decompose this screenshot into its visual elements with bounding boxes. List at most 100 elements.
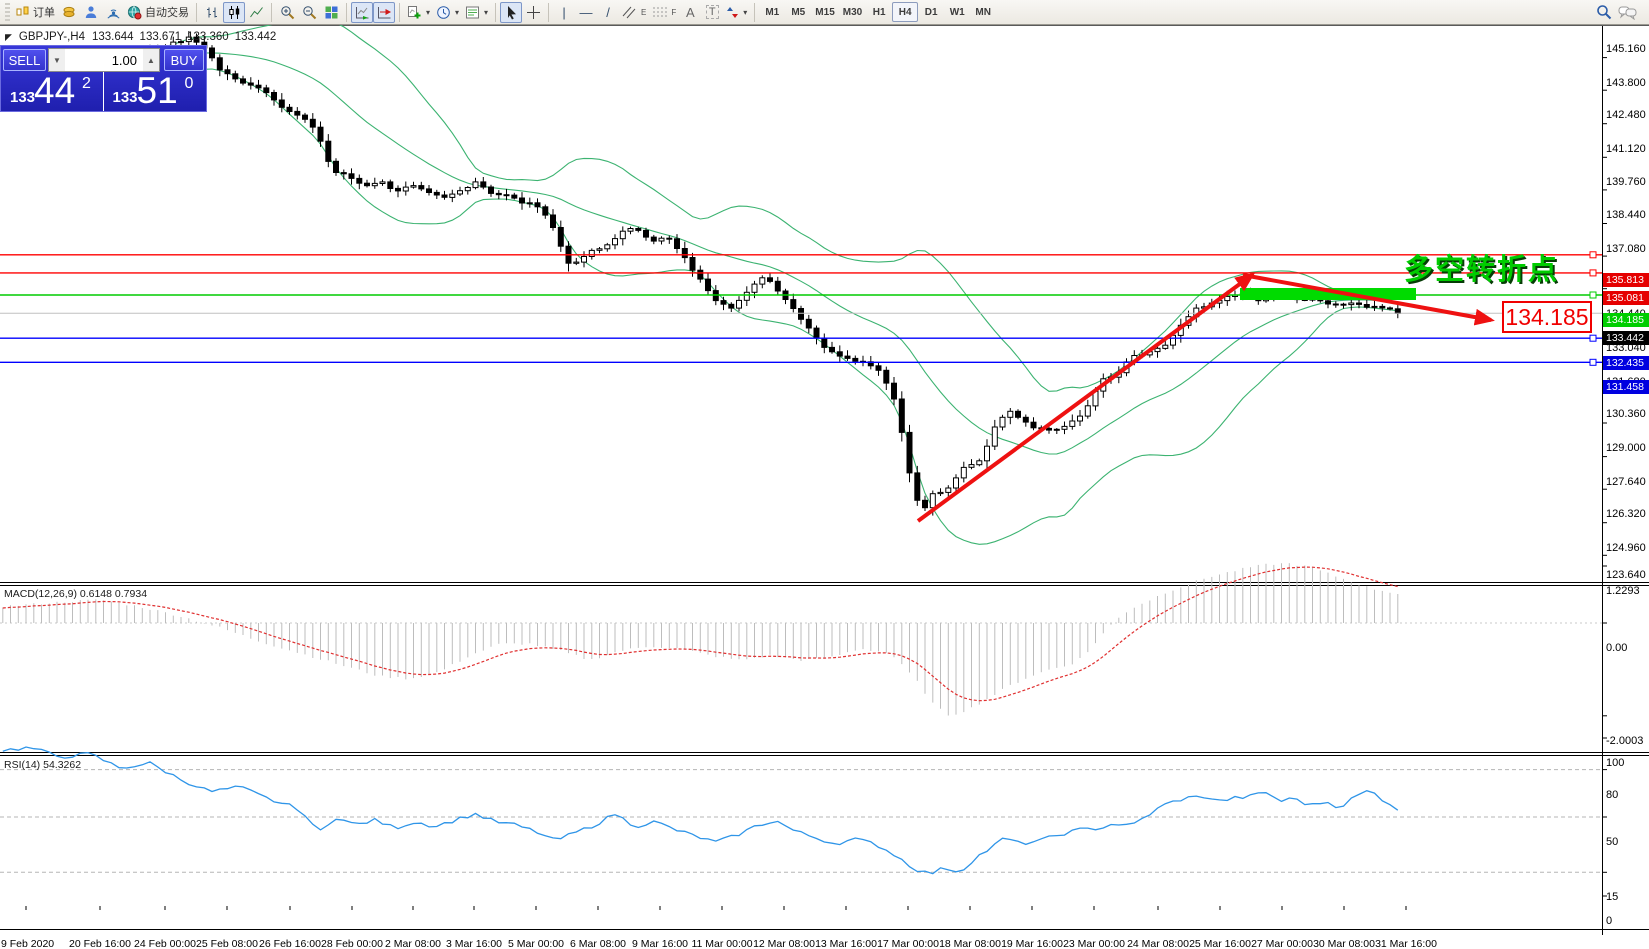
rsi-panel[interactable] [0,756,1649,930]
price-axis-border [1602,26,1603,935]
time-axis-label: 28 Feb 00:00 [321,938,383,949]
buy-price-pips: 51 [137,70,178,112]
templates-button[interactable]: ▾ [462,2,491,23]
one-click-trading-panel: SELL ▼ 1.00 ▲ BUY 133 44 2 133 51 0 [0,45,207,112]
timeframe-button-D1[interactable]: D1 [918,2,944,22]
timeframe-button-M15[interactable]: M15 [811,2,838,22]
one-click-collapse-icon[interactable]: ◤ [5,32,12,43]
chat-button[interactable] [1615,2,1641,23]
timeframe-button-M1[interactable]: M1 [759,2,785,22]
trendline-tool-button[interactable]: / [597,2,619,23]
zoom-out-icon [302,5,317,20]
timeframe-button-H1[interactable]: H1 [866,2,892,22]
toolbar-separator [399,3,400,22]
bar-chart-button[interactable] [201,2,223,23]
horizontal-line-icon: — [580,6,593,19]
bar-chart-icon [205,5,220,20]
ohlc-open: 133.644 [92,31,134,43]
text-tool-button[interactable]: A [679,2,701,23]
timeframe-button-M30[interactable]: M30 [839,2,866,22]
indicators-button[interactable]: ▾ [404,2,433,23]
autotrading-button[interactable]: 自动交易 [124,2,192,23]
price-axis-badge: 134.185 [1603,313,1649,327]
new-order-button[interactable]: 订单 [13,2,58,23]
text-label-tool-button[interactable]: T [701,2,723,23]
sell-price-display[interactable]: 133 44 2 [1,72,104,111]
rsi-axis-label: 80 [1606,789,1649,801]
rsi-label: RSI(14) 54.3262 [4,759,81,771]
price-axis-badge: 135.813 [1603,273,1649,287]
time-axis-label: 20 Feb 16:00 [69,938,131,949]
buy-price-display[interactable]: 133 51 0 [104,72,207,111]
gold-coins-icon [62,5,77,19]
toolbar-separator [196,3,197,22]
price-axis-label: 145.160 [1606,43,1649,55]
volume-value[interactable]: 1.00 [65,49,143,71]
time-axis-label: 12 Mar 08:00 [753,938,815,949]
arrows-tool-button[interactable]: ▾ [723,2,750,23]
time-axis-label: 11 Mar 00:00 [691,938,752,949]
tile-windows-icon [324,5,339,20]
price-axis-badge: 133.442 [1603,331,1649,345]
time-axis[interactable]: 9 Feb 202020 Feb 16:0024 Feb 00:0025 Feb… [0,931,1649,949]
main-toolbar: 订单 自动交易 [0,0,1649,25]
arrows-caret-icon: ▾ [743,8,747,17]
channel-tool-button[interactable]: E [619,2,649,23]
buy-price-figure: 133 [113,89,138,106]
search-button[interactable] [1593,2,1615,23]
crosshair-tool-button[interactable] [522,2,544,23]
templates-icon [465,5,480,20]
macd-value: 0.6148 [80,588,112,600]
sell-button[interactable]: SELL [3,49,46,71]
chart-shift-button[interactable] [373,2,395,23]
volume-decrease-button[interactable]: ▼ [49,49,65,71]
toolbar-separator [346,3,347,22]
rsi-axis-label: 100 [1606,757,1649,769]
buy-button[interactable]: BUY [164,49,204,71]
history-center-button[interactable] [58,2,80,23]
macd-label: MACD(12,26,9) 0.6148 0.7934 [4,588,147,600]
vertical-line-icon: | [562,6,565,19]
volume-increase-button[interactable]: ▲ [143,49,159,71]
zoom-out-button[interactable] [298,2,320,23]
zoom-in-button[interactable] [276,2,298,23]
symbol-info-bar: ◤ GBPJPY-,H4 133.644 133.671 133.360 133… [5,31,276,43]
chart-region: 9 Feb 202020 Feb 16:0024 Feb 00:0025 Feb… [0,25,1649,949]
cursor-tool-button[interactable] [500,2,522,23]
vertical-line-tool-button[interactable]: | [553,2,575,23]
volume-stepper: ▼ 1.00 ▲ [48,48,160,72]
time-axis-label: 3 Mar 16:00 [446,938,502,949]
reversal-point-annotation[interactable]: 多空转折点 [1404,246,1559,288]
macd-panel[interactable] [0,586,1649,752]
price-axis-label: 141.120 [1606,143,1649,155]
buy-price-point: 0 [185,75,194,93]
horizontal-line-tool-button[interactable]: — [575,2,597,23]
text-tool-icon: A [686,6,695,19]
signals-button[interactable] [102,2,124,23]
price-axis-label: 143.800 [1606,77,1649,89]
accounts-button[interactable] [80,2,102,23]
timeframe-button-MN[interactable]: MN [970,2,996,22]
timeframe-button-W1[interactable]: W1 [944,2,970,22]
time-axis-label: 30 Mar 08:00 [1313,938,1375,949]
periods-button[interactable]: ▾ [433,2,462,23]
text-label-icon: T [706,5,719,19]
auto-scroll-button[interactable] [351,2,373,23]
time-axis-label: 27 Mar 00:00 [1251,938,1313,949]
price-callout[interactable]: 134.185 [1502,301,1592,333]
time-axis-label: 24 Feb 00:00 [134,938,196,949]
main-chart-panel[interactable] [0,27,1649,582]
candlestick-chart-button[interactable] [223,2,245,23]
time-axis-label: 31 Mar 16:00 [1375,938,1437,949]
chart-shift-icon [377,5,392,20]
price-axis-label: 130.360 [1606,408,1649,420]
timeframe-button-M5[interactable]: M5 [785,2,811,22]
tile-windows-button[interactable] [320,2,342,23]
toolbar-grip[interactable] [5,3,10,21]
timeframe-button-H4[interactable]: H4 [892,2,918,22]
time-axis-label: 26 Feb 16:00 [259,938,321,949]
fibonacci-tool-button[interactable]: F [649,2,679,23]
line-chart-button[interactable] [245,2,267,23]
price-axis-label: 139.760 [1606,176,1649,188]
sell-price-figure: 133 [10,89,35,106]
